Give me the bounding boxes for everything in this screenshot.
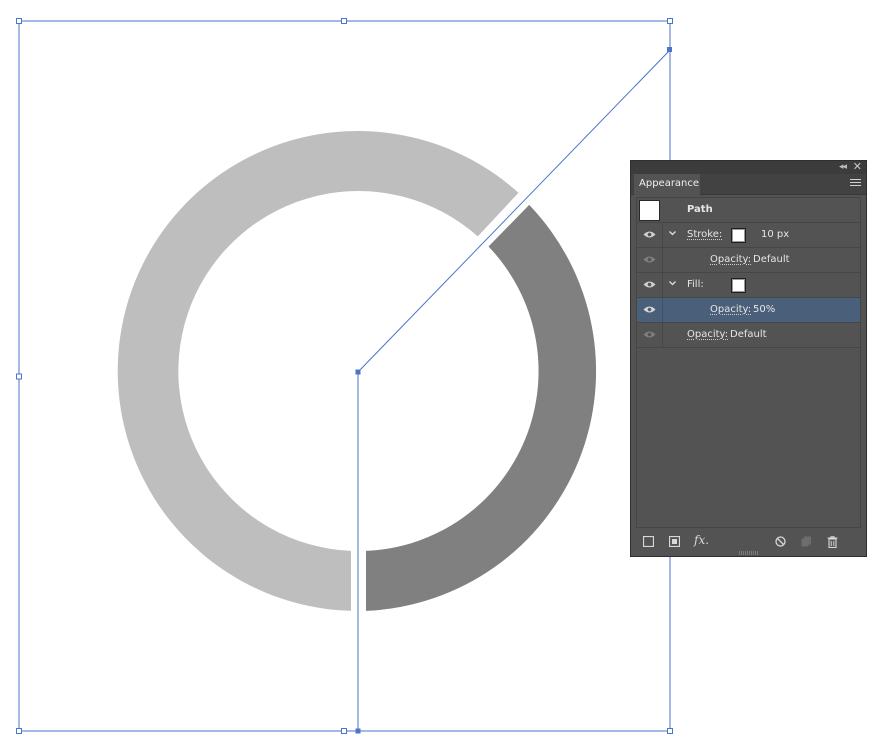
panel-bottom-toolbar: fx. <box>631 527 866 556</box>
fill-opacity-row[interactable]: Opacity: 50% <box>637 298 860 323</box>
object-opacity-row[interactable]: Opacity: Default <box>637 323 860 348</box>
bbox-handle[interactable] <box>341 728 347 734</box>
clear-appearance-icon[interactable] <box>775 536 786 547</box>
opacity-label[interactable]: Opacity: <box>687 329 728 341</box>
anchor-point[interactable] <box>667 47 672 52</box>
chevron-down-icon[interactable] <box>668 229 677 238</box>
stroke-label[interactable]: Stroke: <box>687 229 722 241</box>
visibility-toggle[interactable] <box>637 248 663 272</box>
add-effect-fx-icon[interactable]: fx. <box>694 533 709 547</box>
eye-icon <box>643 281 656 288</box>
bbox-handle[interactable] <box>16 728 22 734</box>
opacity-value: Default <box>730 329 767 340</box>
stroke-row[interactable]: Stroke: 10 px <box>637 223 860 248</box>
panel-menu-icon[interactable] <box>850 179 861 188</box>
bbox-handle[interactable] <box>16 18 22 24</box>
ring-segment-dark[interactable] <box>366 204 597 611</box>
visibility-toggle[interactable] <box>637 273 663 297</box>
panel-title-bar[interactable]: ◂◂ ✕ <box>631 161 866 174</box>
anchor-point[interactable] <box>355 369 361 375</box>
eye-icon <box>643 306 656 313</box>
opacity-label[interactable]: Opacity: <box>710 304 751 316</box>
opacity-value: 50% <box>753 304 776 315</box>
stroke-weight-value[interactable]: 10 px <box>761 229 789 241</box>
bbox-handle[interactable] <box>667 728 673 734</box>
appearance-panel: ◂◂ ✕ Appearance Path Stroke: 10 px Opaci… <box>630 160 867 557</box>
collapse-panel-icon[interactable]: ◂◂ <box>839 162 847 172</box>
appearance-list: Path Stroke: 10 px Opacity: Default Fill… <box>636 197 861 528</box>
anchor-point[interactable] <box>355 728 361 734</box>
panel-tab-bar: Appearance <box>631 174 866 195</box>
bbox-handle[interactable] <box>16 373 22 380</box>
opacity-label[interactable]: Opacity: <box>710 254 751 266</box>
path-row[interactable]: Path <box>637 198 860 223</box>
bbox-handle[interactable] <box>667 18 673 24</box>
fill-row[interactable]: Fill: <box>637 273 860 298</box>
visibility-toggle[interactable] <box>637 223 663 247</box>
add-new-stroke-icon[interactable] <box>643 536 654 547</box>
visibility-toggle[interactable] <box>637 323 663 347</box>
chevron-down-icon[interactable] <box>668 279 677 288</box>
eye-icon <box>643 331 656 338</box>
add-new-fill-icon[interactable] <box>669 536 680 547</box>
resize-grip[interactable] <box>739 551 759 555</box>
fill-label: Fill: <box>687 279 704 290</box>
close-panel-icon[interactable]: ✕ <box>853 161 862 173</box>
stroke-color-swatch[interactable] <box>731 228 746 243</box>
bbox-handle[interactable] <box>341 18 347 24</box>
visibility-toggle[interactable] <box>637 298 663 322</box>
stroke-opacity-row[interactable]: Opacity: Default <box>637 248 860 273</box>
tab-appearance[interactable]: Appearance <box>634 174 700 195</box>
path-thumbnail <box>639 200 660 221</box>
eye-icon <box>643 256 656 263</box>
opacity-value: Default <box>753 254 790 265</box>
duplicate-item-icon <box>801 536 811 547</box>
trash-icon[interactable] <box>827 536 838 548</box>
eye-icon <box>643 231 656 238</box>
object-type-label: Path <box>687 204 713 215</box>
fill-color-swatch[interactable] <box>731 278 746 293</box>
